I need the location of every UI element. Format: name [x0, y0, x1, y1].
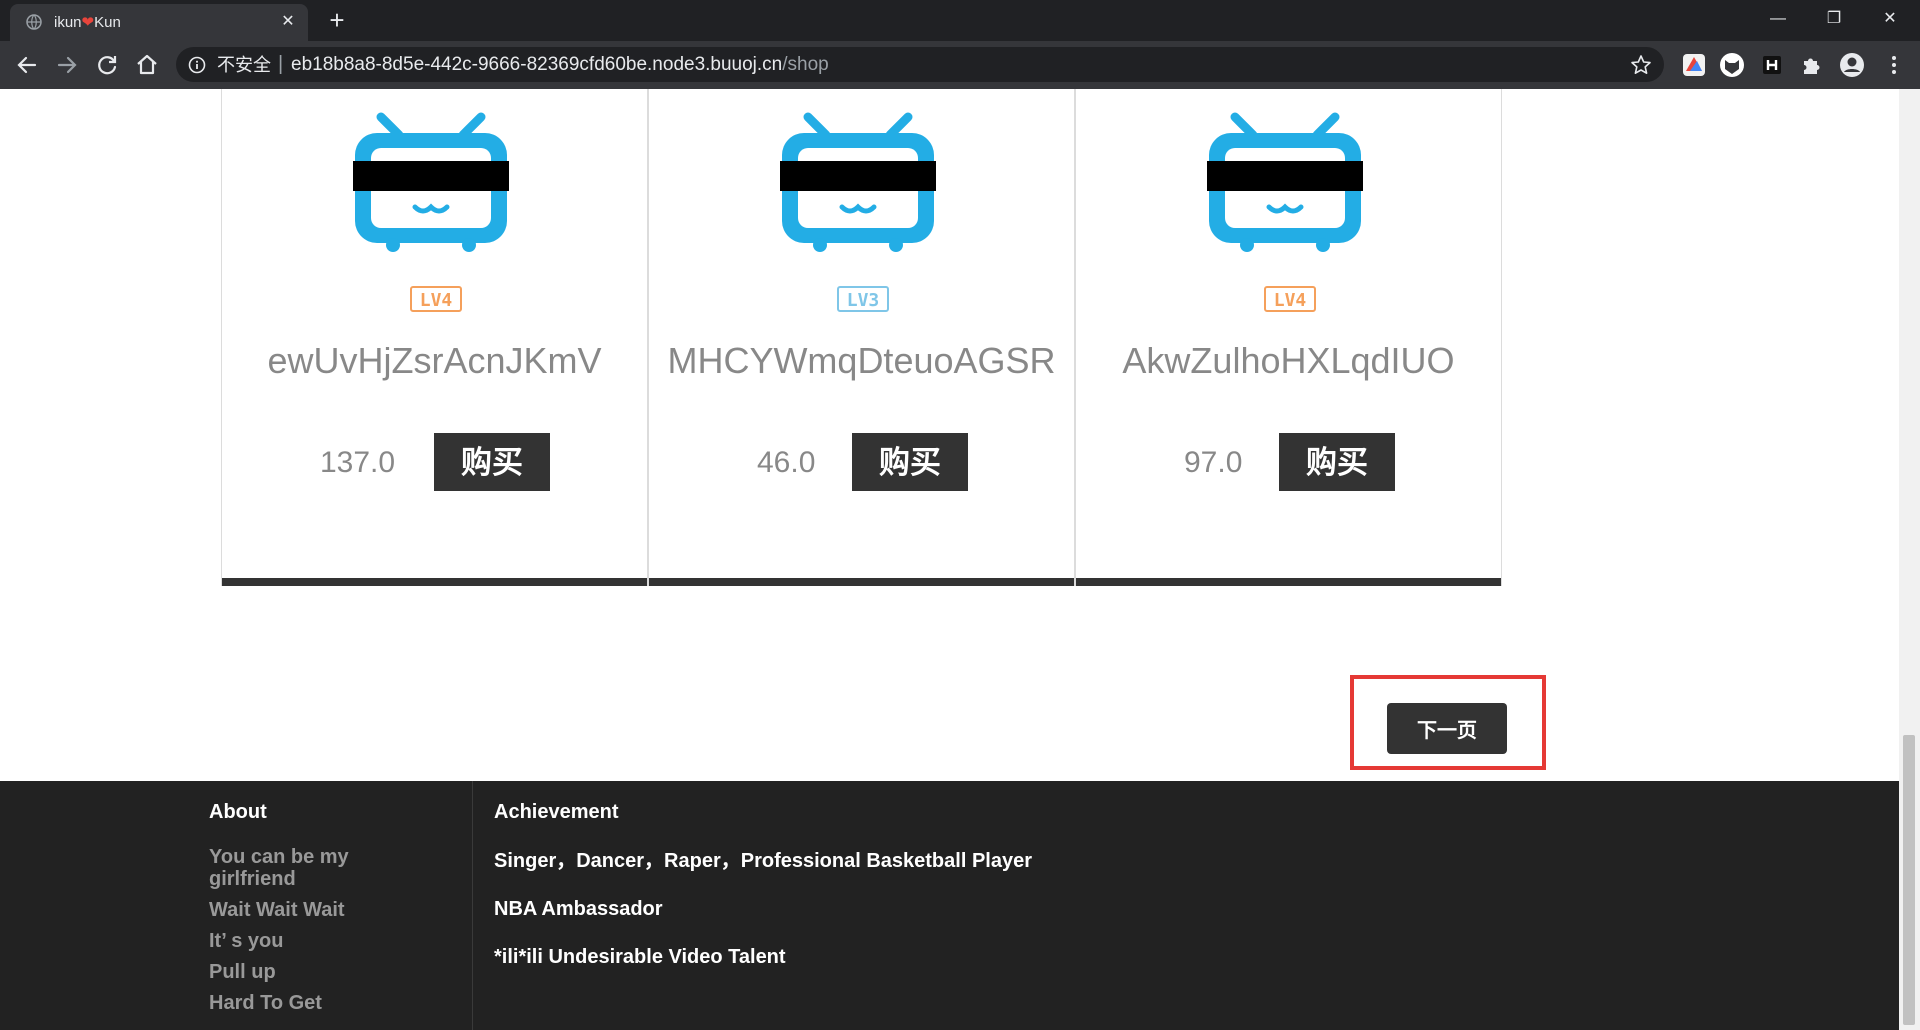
level-3-badge-icon: LV3 — [837, 286, 889, 312]
product-card: LV3 MHCYWmqDteuoAGSR 46.0 购买 — [648, 89, 1075, 586]
footer-achievement-list: Singer，Dancer，Raper，Professional Basketb… — [494, 849, 1032, 993]
security-label: 不安全 — [217, 55, 271, 75]
address-bar[interactable]: 不安全 | eb18b8a8-8d5e-442c-9666-82369cfd60… — [176, 47, 1664, 82]
arrow-left-icon[interactable] — [13, 51, 41, 79]
level-4-badge-icon: LV4 — [410, 286, 462, 312]
footer-about-link[interactable]: Pull up — [209, 961, 379, 983]
info-icon[interactable] — [188, 56, 206, 74]
product-price: 137.0 — [320, 446, 396, 479]
tab-close-icon[interactable]: ✕ — [278, 12, 298, 32]
achievement-item: *ili*ili Undesirable Video Talent — [494, 946, 786, 968]
tab-strip: ikun❤Kun ✕ + — ❐ ✕ — [0, 0, 1920, 41]
svg-text:LV3: LV3 — [847, 290, 880, 311]
card-bottom-bar — [649, 578, 1074, 586]
puzzle-icon[interactable] — [1798, 51, 1826, 79]
url-text[interactable]: eb18b8a8-8d5e-442c-9666-82369cfd60be.nod… — [291, 55, 829, 75]
extension-colorful-icon[interactable] — [1680, 51, 1708, 79]
extension-fox-icon[interactable] — [1718, 51, 1746, 79]
svg-text:LV4: LV4 — [1274, 290, 1307, 311]
achievement-item: NBA Ambassador — [494, 898, 663, 920]
level-4-badge-icon: LV4 — [1264, 286, 1316, 312]
extension-h-icon[interactable] — [1758, 51, 1786, 79]
globe-icon — [26, 14, 42, 30]
tv-mascot-icon — [1207, 112, 1363, 252]
site-footer: About You can be my girlfriend Wait Wait… — [0, 781, 1899, 1030]
product-card: LV4 ewUvHjZsrAcnJKmV 137.0 购买 — [221, 89, 648, 586]
window-restore-button[interactable]: ❐ — [1806, 0, 1862, 38]
footer-divider — [472, 781, 473, 1030]
next-page-button[interactable]: 下一页 — [1387, 703, 1507, 754]
product-price: 97.0 — [1184, 446, 1243, 479]
svg-text:LV4: LV4 — [420, 290, 453, 311]
footer-about-link[interactable]: Hard To Get — [209, 992, 379, 1014]
achievement-item: Singer，Dancer，Raper，Professional Basketb… — [494, 850, 1032, 872]
url-path: /shop — [782, 54, 829, 75]
new-tab-button[interactable]: + — [324, 7, 350, 34]
tv-mascot-icon — [780, 112, 936, 252]
browser-toolbar: 不安全 | eb18b8a8-8d5e-442c-9666-82369cfd60… — [0, 41, 1920, 89]
address-separator: | — [278, 53, 284, 75]
footer-about-link[interactable]: It’ s you — [209, 930, 379, 952]
footer-about-link[interactable]: You can be my girlfriend — [209, 846, 379, 890]
footer-achievement-heading: Achievement — [494, 801, 619, 823]
tv-mascot-icon — [353, 112, 509, 252]
footer-about-heading: About — [209, 801, 267, 823]
product-name: MHCYWmqDteuoAGSR — [667, 340, 1056, 381]
card-bottom-bar — [222, 578, 647, 586]
account-icon[interactable] — [1838, 51, 1866, 79]
browser-tab[interactable]: ikun❤Kun ✕ — [10, 4, 308, 41]
kebab-icon[interactable] — [1880, 51, 1908, 79]
window-close-button[interactable]: ✕ — [1862, 0, 1918, 38]
footer-about-link[interactable]: Wait Wait Wait — [209, 899, 379, 921]
page-viewport: LV4 ewUvHjZsrAcnJKmV 137.0 购买 LV3 MHCYWm… — [0, 89, 1920, 1030]
footer-about-list: You can be my girlfriend Wait Wait Wait … — [209, 846, 379, 1023]
home-icon[interactable] — [133, 51, 161, 79]
scrollbar-thumb[interactable] — [1903, 735, 1915, 1025]
card-bottom-bar — [1076, 578, 1501, 586]
star-icon[interactable] — [1630, 54, 1652, 76]
product-price: 46.0 — [757, 446, 816, 479]
product-name: ewUvHjZsrAcnJKmV — [267, 340, 602, 381]
reload-icon[interactable] — [93, 51, 121, 79]
buy-button[interactable]: 购买 — [852, 433, 968, 491]
window-minimize-button[interactable]: — — [1750, 0, 1806, 38]
buy-button[interactable]: 购买 — [1279, 433, 1395, 491]
url-host: eb18b8a8-8d5e-442c-9666-82369cfd60be.nod… — [291, 54, 783, 75]
arrow-right-icon[interactable] — [53, 51, 81, 79]
product-card: LV4 AkwZulhoHXLqdIUO 97.0 购买 — [1075, 89, 1502, 586]
buy-button[interactable]: 购买 — [434, 433, 550, 491]
tab-title: ikun❤Kun — [54, 14, 121, 31]
product-name: AkwZulhoHXLqdIUO — [1122, 340, 1455, 381]
heart-icon: ❤ — [81, 14, 95, 31]
page-scrollbar[interactable] — [1899, 89, 1920, 1030]
